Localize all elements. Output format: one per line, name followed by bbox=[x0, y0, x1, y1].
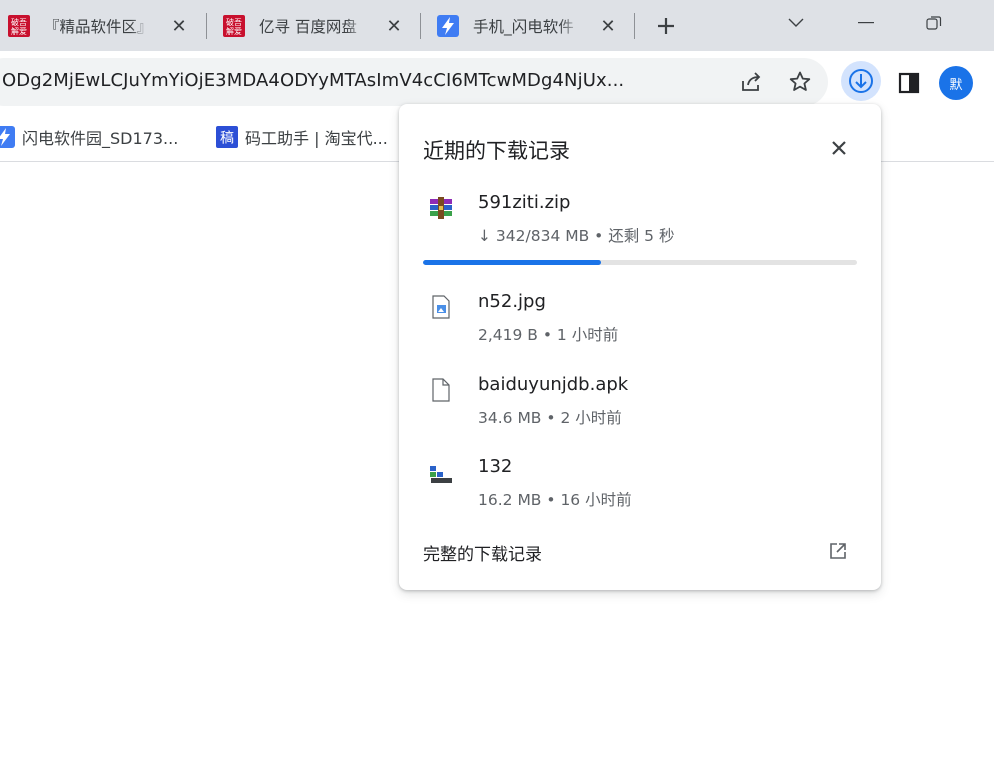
new-tab-button[interactable] bbox=[652, 12, 680, 40]
tab-separator bbox=[634, 13, 635, 39]
close-icon[interactable]: ✕ bbox=[597, 15, 619, 37]
plus-icon bbox=[658, 18, 674, 34]
chevron-down-icon bbox=[788, 18, 804, 27]
close-icon bbox=[832, 141, 846, 155]
progress-fill bbox=[423, 260, 601, 265]
tab-3-title: 手机_闪电软件 bbox=[473, 18, 574, 36]
download-status: 16.2 MB • 16 小时前 bbox=[478, 491, 632, 509]
gao-logo-icon: 稿 bbox=[216, 126, 238, 148]
close-panel-button[interactable] bbox=[825, 134, 853, 162]
download-item[interactable]: n52.jpg 2,419 B • 1 小时前 bbox=[399, 286, 881, 356]
bookmark-label: 闪电软件园_SD173... bbox=[22, 129, 179, 148]
download-icon bbox=[849, 69, 873, 93]
star-icon bbox=[789, 71, 811, 91]
tab-search-button[interactable] bbox=[781, 10, 811, 36]
tab-1-title: 『精品软件区』 bbox=[44, 18, 152, 36]
download-filename: 591ziti.zip bbox=[478, 192, 571, 213]
download-item[interactable]: 132 16.2 MB • 16 小时前 bbox=[399, 451, 881, 521]
close-icon[interactable]: ✕ bbox=[383, 15, 405, 37]
restore-button[interactable] bbox=[919, 10, 949, 36]
pojie-logo-icon: 破吾 解爱 bbox=[223, 15, 245, 37]
minimize-icon bbox=[858, 22, 874, 24]
lightning-icon bbox=[437, 15, 459, 37]
bookmark-item[interactable]: 闪电软件园_SD173... bbox=[0, 125, 178, 149]
tab-2[interactable]: 破吾 解爱 亿寻 百度网盘 ✕ bbox=[223, 8, 405, 44]
downloads-panel: 近期的下载记录 591ziti.zip ↓ 342/834 MB • 还剩 5 … bbox=[399, 104, 881, 590]
tab-1[interactable]: 破吾 解爱 『精品软件区』 ✕ bbox=[8, 8, 190, 44]
address-bar[interactable]: ODg2MjEwLCJuYmYiOjE3MDA4ODYyMTAsImV4cCI6… bbox=[0, 58, 828, 106]
download-item[interactable]: 591ziti.zip ↓ 342/834 MB • 还剩 5 秒 bbox=[399, 187, 881, 257]
download-progress-bar bbox=[423, 260, 857, 265]
side-panel-icon bbox=[898, 72, 920, 94]
download-filename: baiduyunjdb.apk bbox=[478, 374, 629, 395]
tab-strip: 破吾 解爱 『精品软件区』 ✕ 破吾 解爱 亿寻 百度网盘 ✕ 手机_闪电软件 ✕ bbox=[0, 0, 994, 51]
bookmark-star-button[interactable] bbox=[785, 67, 815, 97]
image-file-icon bbox=[429, 294, 453, 320]
svg-text:破吾: 破吾 bbox=[226, 17, 242, 27]
download-item[interactable]: baiduyunjdb.apk 34.6 MB • 2 小时前 bbox=[399, 369, 881, 439]
generic-file-icon bbox=[429, 377, 453, 403]
svg-text:解爱: 解爱 bbox=[226, 26, 242, 36]
installer-file-icon bbox=[429, 459, 453, 485]
svg-text:稿: 稿 bbox=[220, 131, 234, 147]
pojie-logo-icon: 破吾 解爱 bbox=[8, 15, 30, 37]
full-history-link[interactable]: 完整的下载记录 bbox=[423, 540, 542, 565]
bookmark-label: 码工助手 | 淘宝代... bbox=[245, 129, 388, 148]
tab-2-title: 亿寻 百度网盘 bbox=[259, 18, 357, 36]
download-status: 2,419 B • 1 小时前 bbox=[478, 326, 619, 344]
tab-separator bbox=[420, 13, 421, 39]
lightning-icon bbox=[0, 126, 15, 148]
download-filename: n52.jpg bbox=[478, 291, 546, 312]
close-icon[interactable]: ✕ bbox=[168, 15, 190, 37]
downloads-button[interactable] bbox=[841, 61, 881, 101]
panel-title: 近期的下载记录 bbox=[423, 139, 570, 163]
tab-3[interactable]: 手机_闪电软件 ✕ bbox=[437, 8, 619, 44]
share-button[interactable] bbox=[737, 67, 767, 97]
download-status: ↓ 342/834 MB • 还剩 5 秒 bbox=[478, 227, 675, 245]
restore-icon bbox=[926, 16, 942, 30]
winrar-archive-icon bbox=[429, 195, 453, 221]
minimize-button[interactable] bbox=[851, 10, 881, 36]
svg-text:解爱: 解爱 bbox=[11, 26, 27, 36]
profile-avatar[interactable]: 默 bbox=[939, 66, 973, 100]
tab-separator bbox=[206, 13, 207, 39]
svg-text:破吾: 破吾 bbox=[11, 17, 27, 27]
download-filename: 132 bbox=[478, 456, 513, 477]
download-status: 34.6 MB • 2 小时前 bbox=[478, 409, 622, 427]
bookmark-item[interactable]: 稿 码工助手 | 淘宝代... bbox=[216, 125, 388, 149]
share-icon bbox=[742, 72, 761, 91]
address-bar-url[interactable]: ODg2MjEwLCJuYmYiOjE3MDA4ODYyMTAsImV4cCI6… bbox=[2, 70, 624, 91]
side-panel-button[interactable] bbox=[894, 68, 924, 98]
open-in-new-icon[interactable] bbox=[827, 540, 849, 562]
